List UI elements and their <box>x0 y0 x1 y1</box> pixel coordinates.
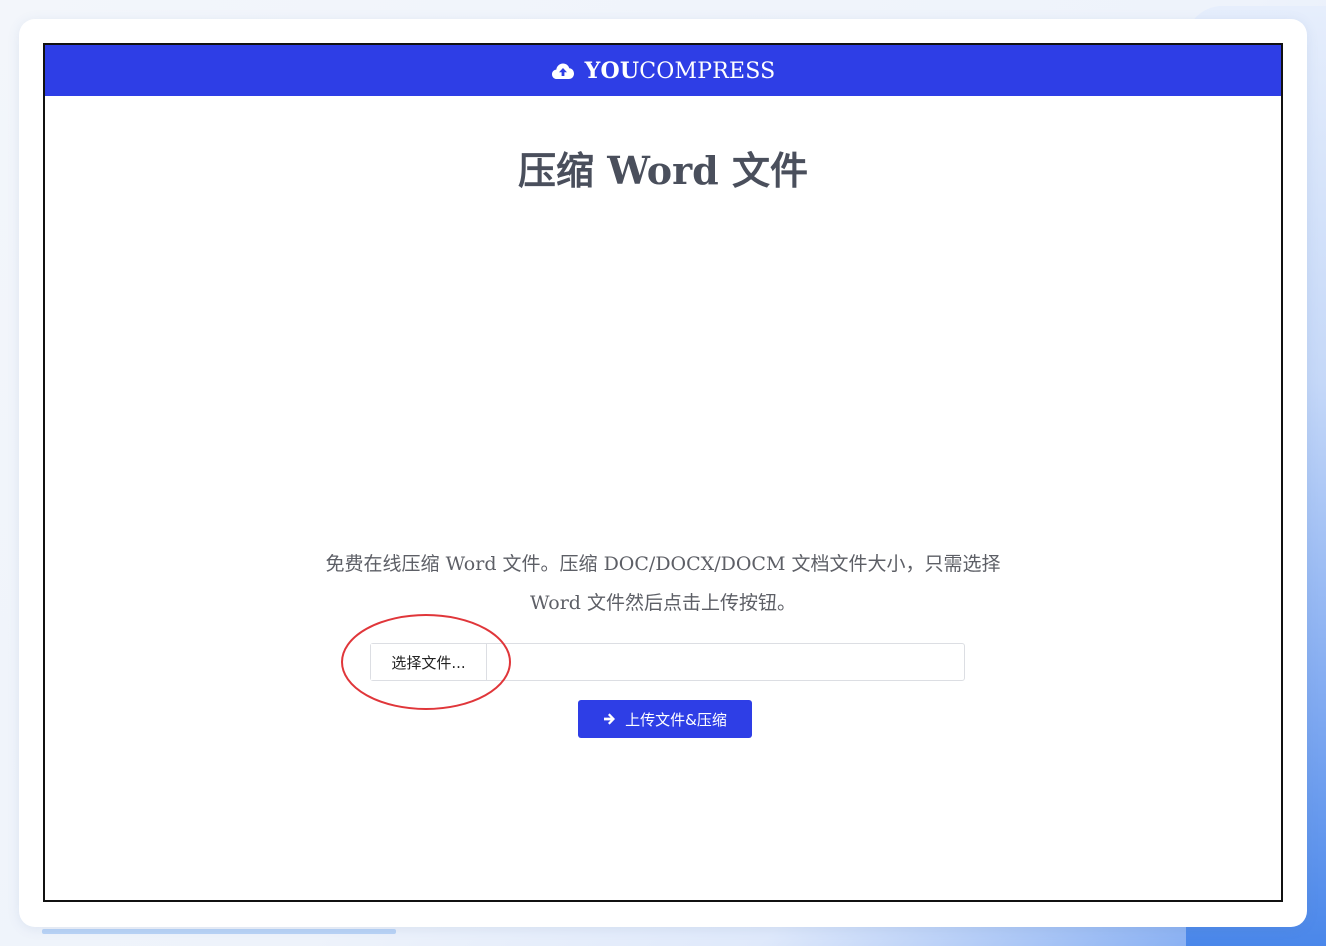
cloud-upload-icon[interactable] <box>551 61 575 81</box>
header-bar: YOUCOMPRESS <box>45 45 1281 96</box>
brand-logo[interactable]: YOUCOMPRESS <box>585 58 776 84</box>
brand-logo-rest: COMPRESS <box>639 58 776 84</box>
brand-logo-bold: YOU <box>584 57 640 84</box>
arrow-right-icon <box>603 712 617 726</box>
page-description: 免费在线压缩 Word 文件。压缩 DOC/DOCX/DOCM 文档文件大小，只… <box>325 553 1001 614</box>
background-line <box>42 929 396 934</box>
page-frame: YOUCOMPRESS 压缩 Word 文件 免费在线压缩 Word 文件。压缩… <box>43 43 1283 902</box>
choose-file-button[interactable]: 选择文件... <box>371 644 487 680</box>
upload-compress-button[interactable]: 上传文件&压缩 <box>578 700 752 738</box>
page-title: 压缩 Word 文件 <box>518 148 808 193</box>
upload-compress-label: 上传文件&压缩 <box>625 710 727 729</box>
file-input-group[interactable]: 选择文件... <box>370 643 965 681</box>
file-name-field[interactable] <box>487 644 964 680</box>
